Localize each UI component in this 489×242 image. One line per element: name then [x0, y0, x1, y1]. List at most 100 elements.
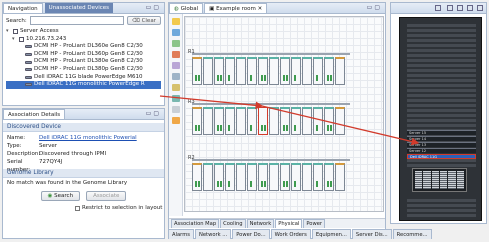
blade[interactable] [439, 171, 448, 189]
rack[interactable] [192, 107, 202, 135]
blade[interactable] [423, 171, 431, 189]
rack[interactable] [291, 57, 301, 85]
tree-node[interactable]: ▾ Server Access [6, 28, 161, 36]
associate-button[interactable]: Associate [86, 191, 127, 201]
wall-tool-icon[interactable] [171, 73, 180, 80]
status-tab[interactable]: Server Dis... [351, 229, 392, 239]
rack-tool-icon[interactable] [171, 29, 180, 36]
label-tool-icon[interactable] [171, 117, 180, 124]
zoom-tool-icon[interactable] [171, 106, 180, 113]
floor-tool-icon[interactable] [171, 95, 180, 102]
rack[interactable] [225, 57, 235, 85]
rear-view-icon[interactable] [447, 5, 453, 11]
rack[interactable] [225, 107, 235, 135]
close-tab-icon[interactable]: ✕ [256, 6, 263, 12]
rack[interactable] [247, 107, 257, 135]
rack[interactable] [247, 163, 257, 191]
front-view-icon[interactable] [435, 5, 441, 11]
row-tool-icon[interactable] [171, 40, 180, 47]
tab-global[interactable]: ◍ Global [169, 3, 204, 13]
rack[interactable] [313, 107, 323, 135]
blade-chassis[interactable] [412, 168, 467, 192]
tree-node[interactable]: DCMI HP - ProLiant DL360e Gen8 C2/30 [6, 43, 161, 51]
blade[interactable] [456, 171, 464, 189]
rack[interactable] [269, 57, 279, 85]
rack-device-selected[interactable]: Dell iDRAC 11G [407, 154, 476, 159]
tree-node[interactable]: Dell iDRAC 11G blade PowerEdge M610 [6, 74, 161, 82]
rack[interactable] [280, 57, 290, 85]
tree-node[interactable]: ▾ 10.216.73.243 [6, 36, 161, 44]
rack-selected[interactable] [258, 107, 268, 135]
maximize-icon[interactable] [477, 5, 483, 11]
rack[interactable] [269, 107, 279, 135]
clear-button[interactable]: ⌫ Clear [127, 16, 161, 25]
status-tab[interactable]: Power Do... [232, 229, 270, 239]
rack[interactable] [313, 163, 323, 191]
rack[interactable] [203, 163, 213, 191]
rack[interactable] [236, 57, 246, 85]
rack[interactable] [313, 57, 323, 85]
expand-toggle-icon[interactable]: ▾ [12, 36, 17, 44]
rack[interactable] [225, 163, 235, 191]
door-tool-icon[interactable] [171, 84, 180, 91]
power-tool-icon[interactable] [171, 62, 180, 69]
rack[interactable] [324, 57, 334, 85]
rack[interactable] [280, 107, 290, 135]
tree-node[interactable]: Dell iDRAC 11G monolithic PowerEdge R [6, 81, 161, 89]
rack[interactable] [324, 163, 334, 191]
blade[interactable] [448, 171, 456, 189]
device-name-link[interactable]: Dell iDRAC 11G monolithic Powerial [39, 134, 137, 142]
cooling-tool-icon[interactable] [171, 51, 180, 58]
rack[interactable] [280, 163, 290, 191]
status-tab[interactable]: Network ... [194, 229, 232, 239]
rack[interactable] [214, 107, 224, 135]
rack[interactable] [291, 163, 301, 191]
search-button[interactable]: ◉ Search [40, 191, 81, 201]
tab-association-details[interactable]: Association Details [3, 109, 66, 119]
rack-elevation[interactable]: Server 15 Server 14 Server 13 Server 12 Dell… [399, 17, 482, 221]
rack[interactable] [291, 107, 301, 135]
expand-toggle-icon[interactable]: ▾ [6, 28, 11, 36]
minimize-maximize-icon[interactable]: ▭▢ [146, 4, 161, 11]
rack-device[interactable]: Server 13 [407, 142, 476, 147]
status-tab[interactable]: Equipmen... [311, 229, 351, 239]
rack[interactable] [258, 163, 268, 191]
tab-navigation[interactable]: Navigation [3, 3, 43, 13]
rack[interactable] [302, 107, 312, 135]
rack[interactable] [203, 107, 213, 135]
tab-unassociated-devices[interactable]: Unassociated Devices [44, 3, 114, 13]
rack[interactable] [203, 57, 213, 85]
rack-device[interactable]: Server 12 [407, 148, 476, 153]
tab-example-room[interactable]: ▣ Example room ✕ [204, 3, 268, 13]
rack-device[interactable]: Server 14 [407, 136, 476, 141]
restrict-checkbox[interactable] [75, 205, 80, 211]
rack[interactable] [335, 163, 345, 191]
rack[interactable] [236, 163, 246, 191]
select-tool-icon[interactable] [171, 18, 180, 25]
tree-node[interactable]: DCMI HP - ProLiant DL360p Gen8 C2/30 [6, 51, 161, 59]
rack[interactable] [302, 57, 312, 85]
rack[interactable] [335, 57, 345, 85]
rack[interactable] [258, 57, 268, 85]
rack-device[interactable]: Server 15 [407, 130, 476, 135]
status-tab[interactable]: Recomme... [392, 229, 432, 239]
minimize-maximize-icon[interactable]: ▭▢ [146, 110, 161, 117]
floor-canvas[interactable]: R1 R3 R2 [184, 16, 384, 212]
rack[interactable] [324, 107, 334, 135]
blade[interactable] [431, 171, 439, 189]
rack[interactable] [236, 107, 246, 135]
status-tab[interactable]: Alarms [168, 229, 194, 239]
tree-node[interactable]: DCMI HP - ProLiant DL380p Gen8 C2/30 [6, 66, 161, 74]
rack[interactable] [214, 57, 224, 85]
rack[interactable] [247, 57, 257, 85]
rack[interactable] [335, 107, 345, 135]
tree-node[interactable]: DCMI HP - ProLiant DL380e Gen8 C2/30 [6, 58, 161, 66]
rack[interactable] [192, 57, 202, 85]
minimize-maximize-icon[interactable]: ▭▢ [367, 4, 382, 11]
minimize-icon[interactable] [467, 5, 473, 11]
blade[interactable] [415, 171, 423, 189]
rack[interactable] [302, 163, 312, 191]
rack[interactable] [269, 163, 279, 191]
search-input[interactable] [29, 16, 124, 25]
settings-icon[interactable] [457, 5, 463, 11]
